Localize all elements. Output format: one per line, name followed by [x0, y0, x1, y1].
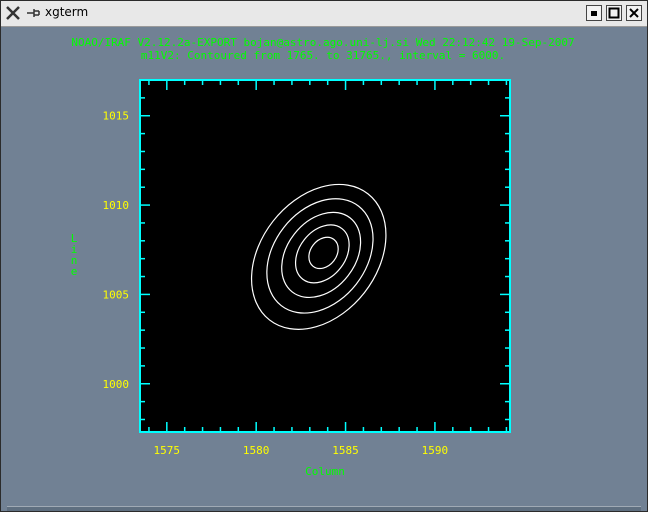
x-tick-label: 1585: [332, 444, 359, 457]
x-tick-label: 1590: [422, 444, 449, 457]
x-tick-labels: 1575 1580 1585 1590: [154, 444, 449, 457]
title-bar[interactable]: xgterm: [1, 1, 647, 27]
y-tick-label: 1010: [103, 199, 130, 212]
y-tick-label: 1015: [103, 110, 130, 123]
y-tick-label: 1000: [103, 378, 130, 391]
x-axis-label: Column: [305, 465, 345, 478]
x-tick-label: 1580: [243, 444, 270, 457]
maximize-button[interactable]: [606, 5, 622, 21]
x-logo-icon[interactable]: [5, 5, 21, 21]
pin-icon[interactable]: [25, 5, 41, 21]
xgterm-window: xgterm NOAO/IRAF V2.12.2a-EXPORT bojan@a…: [0, 0, 648, 512]
contour-plot: 1575 1580 1585 1590 1000 1005 1010 1015 Column…: [71, 79, 511, 478]
plot-background: [140, 80, 510, 432]
maximize-icon: [608, 7, 620, 19]
minimize-icon: [591, 11, 597, 16]
x-tick-label: 1575: [154, 444, 181, 457]
terminal-area[interactable]: NOAO/IRAF V2.12.2a-EXPORT bojan@astro.ag…: [7, 30, 639, 504]
close-button[interactable]: [626, 5, 642, 21]
y-axis-label: Line: [71, 232, 78, 278]
window-bottom-border[interactable]: [7, 506, 641, 511]
window-title: xgterm: [45, 5, 89, 19]
y-axis-label-char: e: [71, 265, 78, 278]
y-tick-label: 1005: [103, 288, 130, 301]
minimize-button[interactable]: [586, 5, 602, 21]
y-tick-labels: 1000 1005 1010 1015: [103, 110, 130, 391]
close-icon: [629, 8, 639, 18]
